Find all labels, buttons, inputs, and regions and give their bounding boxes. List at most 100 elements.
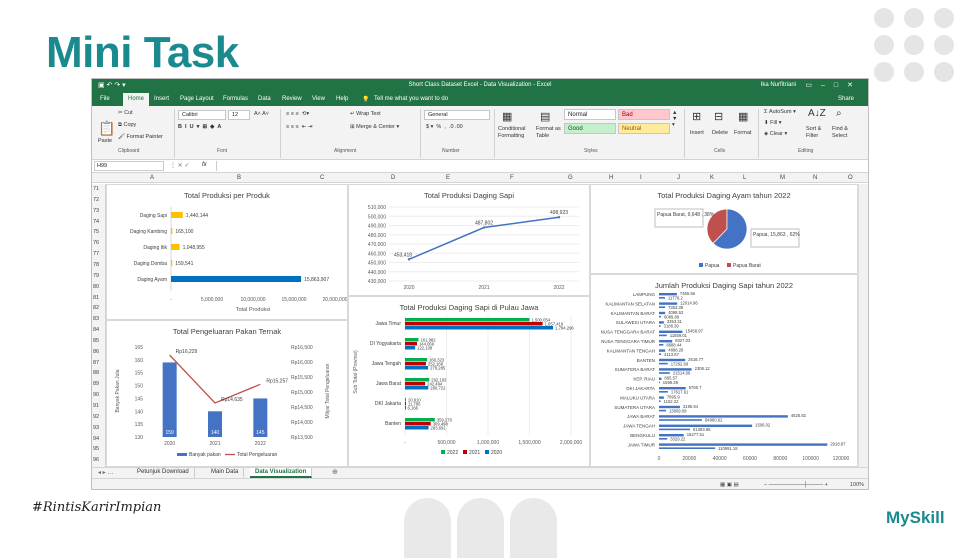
column-header[interactable]: M <box>780 175 785 181</box>
search-icon[interactable]: ⌕ <box>836 108 842 119</box>
style-normal[interactable]: Normal <box>564 109 616 120</box>
column-header[interactable]: B <box>237 175 241 181</box>
row-header[interactable]: 74 <box>93 219 99 225</box>
share-button[interactable]: Share <box>838 96 854 102</box>
number-format-select[interactable]: General <box>424 110 490 120</box>
column-header[interactable]: D <box>391 175 395 181</box>
row-header[interactable]: 72 <box>93 197 99 203</box>
style-neutral[interactable]: Neutral <box>618 123 670 134</box>
align-left-icons[interactable]: ≡ ≡ ≡ ⇤ ⇥ <box>286 124 313 130</box>
column-header[interactable]: E <box>446 175 450 181</box>
chart-pengeluaran-pakan[interactable]: Total Pengeluaran Pakan Ternak 130 135 140… <box>106 320 348 467</box>
tab-formulas[interactable]: Formulas <box>223 96 248 102</box>
sort-filter-icon[interactable]: A↓Z <box>808 108 826 119</box>
sheet-tab-main-data[interactable]: Main Data <box>206 468 245 478</box>
row-header[interactable]: 85 <box>93 338 99 344</box>
find-select-button[interactable]: Find & Select <box>832 126 862 140</box>
conditional-formatting-button[interactable]: Conditional Formatting <box>498 126 534 140</box>
chart-daging-ayam-2022[interactable]: Total Produksi Daging Ayam tahun 2022 Pa… <box>590 184 858 274</box>
user-name[interactable]: Ika Nurfitriani <box>761 82 796 88</box>
name-box[interactable]: H99 <box>94 161 164 171</box>
column-header[interactable]: O <box>848 175 853 181</box>
chart-total-produksi-per-produk[interactable]: Total Produksi per Produk Daging Sapi 1,4… <box>106 184 348 320</box>
paste-icon[interactable]: 📋 <box>98 120 115 137</box>
wrap-text-button[interactable]: ↵ Wrap Text <box>350 111 381 117</box>
row-header[interactable]: 93 <box>93 425 99 431</box>
format-table-icon[interactable]: ▤ <box>540 110 550 123</box>
sheet-tab-data-visualization[interactable]: Data Visualization <box>250 468 313 478</box>
styles-scroll-icon[interactable]: ▲ ▼ ▾ <box>672 110 677 128</box>
paste-button[interactable]: Paste <box>98 138 112 144</box>
sheet-tab-petunjuk[interactable]: Petunjuk Download <box>132 468 195 478</box>
row-header[interactable]: 84 <box>93 327 99 333</box>
zoom-level[interactable]: 100% <box>850 482 864 488</box>
row-header[interactable]: 86 <box>93 349 99 355</box>
row-header[interactable]: 76 <box>93 240 99 246</box>
row-header[interactable]: 90 <box>93 392 99 398</box>
copy-button[interactable]: ⧉ Copy <box>118 122 136 129</box>
row-header[interactable]: 81 <box>93 295 99 301</box>
clear-button[interactable]: ◈ Clear ▾ <box>764 131 787 137</box>
delete-cells-button[interactable]: Delete <box>712 130 728 136</box>
tab-help[interactable]: Help <box>336 96 348 102</box>
tab-data[interactable]: Data <box>258 96 271 102</box>
autosum-button[interactable]: Σ AutoSum ▾ <box>764 109 796 115</box>
column-header[interactable]: G <box>568 175 573 181</box>
tab-view[interactable]: View <box>312 96 325 102</box>
cut-button[interactable]: ✂ Cut <box>118 110 133 116</box>
row-header[interactable]: 77 <box>93 251 99 257</box>
delete-cells-icon[interactable]: ⊟ <box>714 110 723 123</box>
row-header[interactable]: 71 <box>93 186 99 192</box>
chart-produksi-daging-sapi[interactable]: Total Produksi Daging Sapi 430,000 440,00… <box>348 184 590 296</box>
style-bad[interactable]: Bad <box>618 109 670 120</box>
format-cells-button[interactable]: Format <box>734 130 751 136</box>
tab-page-layout[interactable]: Page Layout <box>180 96 214 102</box>
format-as-table-button[interactable]: Format as Table <box>536 126 564 140</box>
font-size-grow-icon[interactable]: A˄ A˅ <box>254 111 269 117</box>
format-painter-button[interactable]: 🖌 Format Painter <box>118 134 163 140</box>
row-header[interactable]: 79 <box>93 273 99 279</box>
tab-home[interactable]: Home <box>123 93 150 106</box>
column-header[interactable]: F <box>510 175 514 181</box>
column-header[interactable]: K <box>710 175 714 181</box>
window-controls[interactable]: ▭–□✕ <box>805 81 862 89</box>
chart-sapi-2022-provinsi[interactable]: Jumlah Produksi Daging Sapi tahun 2022 0… <box>590 274 858 467</box>
row-header[interactable]: 82 <box>93 305 99 311</box>
tab-file[interactable]: File <box>100 96 110 102</box>
formula-bar-icons[interactable]: ⋮ ✕ ✓ <box>170 162 189 169</box>
number-format-icons[interactable]: $ ▾ % , .0 .00 <box>426 124 463 130</box>
column-header[interactable]: A <box>150 175 154 181</box>
column-header[interactable]: I <box>640 175 642 181</box>
row-header[interactable]: 78 <box>93 262 99 268</box>
row-header[interactable]: 73 <box>93 208 99 214</box>
format-cells-icon[interactable]: ▦ <box>738 110 748 123</box>
tab-review[interactable]: Review <box>282 96 302 102</box>
font-name-select[interactable]: Calibri <box>178 110 226 120</box>
column-header[interactable]: N <box>813 175 817 181</box>
row-header[interactable]: 83 <box>93 316 99 322</box>
row-header[interactable]: 95 <box>93 446 99 452</box>
style-good[interactable]: Good <box>564 123 616 134</box>
fx-icon[interactable]: fx <box>202 162 207 168</box>
merge-center-button[interactable]: ⊞ Merge & Center ▾ <box>350 124 399 130</box>
column-header[interactable]: J <box>677 175 680 181</box>
row-header[interactable]: 96 <box>93 457 99 463</box>
row-header[interactable]: 87 <box>93 360 99 366</box>
align-top-icons[interactable]: ≡ ≡ ≡ ⟲▾ <box>286 111 309 117</box>
vertical-scrollbar[interactable] <box>858 184 868 467</box>
row-header[interactable]: 88 <box>93 370 99 376</box>
tell-me-search[interactable]: Tell me what you want to do <box>374 96 448 102</box>
zoom-slider[interactable]: – ─────────┼──── + <box>764 482 828 488</box>
add-sheet-icon[interactable]: ⊕ <box>332 468 338 476</box>
font-size-select[interactable]: 12 <box>228 110 250 120</box>
row-header[interactable]: 75 <box>93 229 99 235</box>
format-buttons[interactable]: B I U ▾ ⊞ ◆ A <box>178 124 221 130</box>
tab-insert[interactable]: Insert <box>154 96 169 102</box>
sheet-nav-arrows[interactable]: ◂ ▸ … <box>98 469 113 476</box>
row-header[interactable]: 89 <box>93 381 99 387</box>
chart-sapi-pulau-jawa[interactable]: Total Produksi Daging Sapi di Pulau Jawa… <box>348 296 590 467</box>
column-header[interactable]: H <box>609 175 613 181</box>
conditional-formatting-icon[interactable]: ▦ <box>502 110 512 123</box>
row-header[interactable]: 80 <box>93 284 99 290</box>
insert-cells-button[interactable]: Insert <box>690 130 704 136</box>
